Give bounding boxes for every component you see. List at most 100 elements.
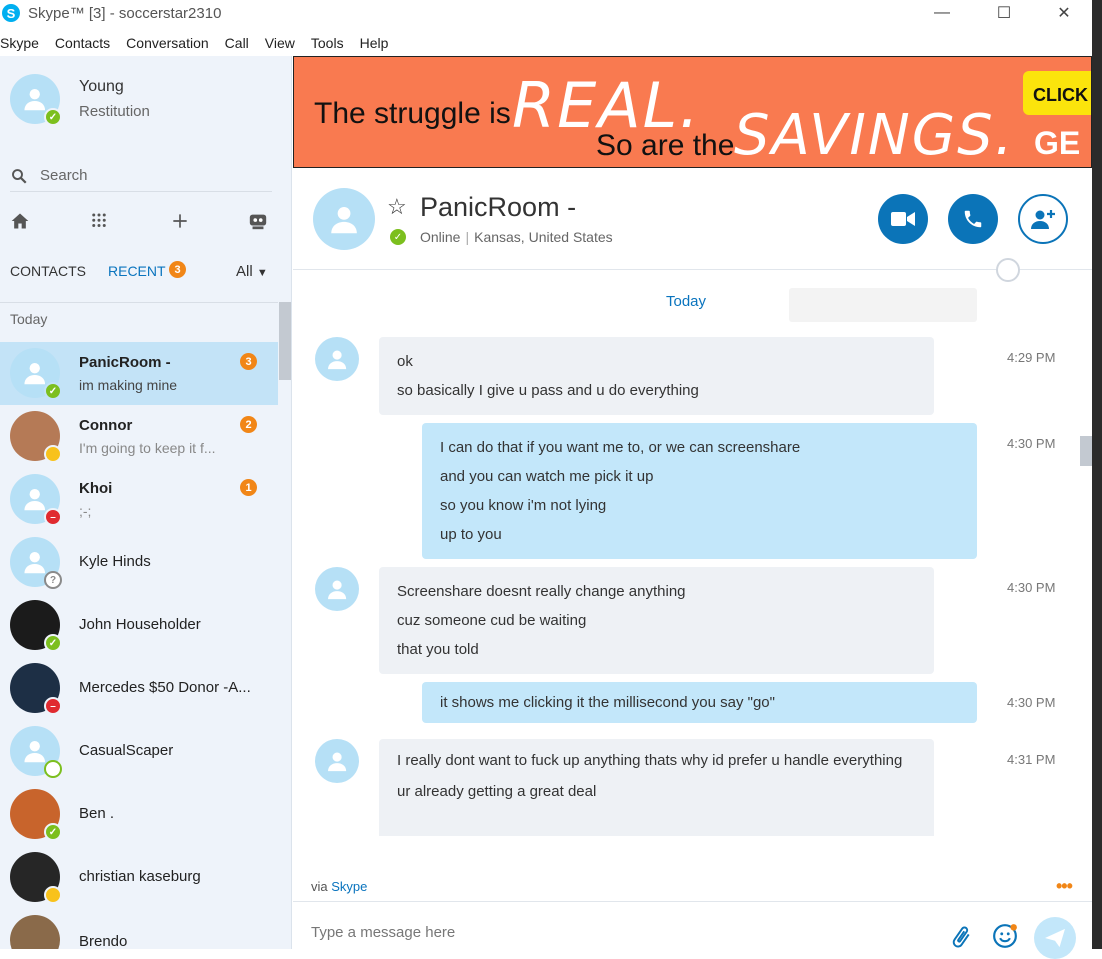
online-status-icon: ✓ — [44, 382, 62, 400]
away-status-icon — [44, 445, 62, 463]
menu-call[interactable]: Call — [225, 30, 249, 56]
home-icon[interactable] — [9, 210, 31, 232]
search-box[interactable]: Search — [10, 160, 272, 192]
search-label: Search — [40, 167, 88, 184]
unread-badge: 1 — [240, 479, 257, 496]
person-icon — [24, 89, 46, 111]
unknown-status-icon: ? — [44, 571, 62, 589]
emoticon-icon[interactable] — [992, 923, 1018, 949]
contact-avatar — [10, 852, 62, 904]
person-icon — [24, 489, 46, 511]
menu-help[interactable]: Help — [360, 30, 389, 56]
send-button[interactable] — [1034, 917, 1076, 959]
bot-icon[interactable] — [247, 210, 269, 232]
message-bubble-incoming[interactable]: I really dont want to fuck up anything t… — [379, 739, 934, 836]
online-status-icon: ✓ — [44, 108, 62, 126]
close-button[interactable]: ✕ — [1034, 0, 1094, 26]
profile-avatar[interactable]: ✓ — [10, 74, 62, 126]
message-text: so basically I give u pass and u do ever… — [397, 382, 699, 399]
contact-avatar — [10, 915, 60, 949]
menu-contacts[interactable]: Contacts — [55, 30, 110, 56]
menu-bar: Skype Contacts Conversation Call View To… — [0, 30, 404, 56]
message-bubble-outgoing[interactable]: I can do that if you want me to, or we c… — [422, 423, 977, 559]
contact-item[interactable]: – Khoi ;-; 1 — [0, 468, 278, 531]
message-scrollbar[interactable] — [1080, 436, 1092, 466]
menu-tools[interactable]: Tools — [311, 30, 344, 56]
contact-avatar: ✓ — [10, 348, 62, 400]
online-status-icon: ✓ — [44, 634, 62, 652]
add-participant-button[interactable] — [1018, 194, 1068, 244]
watermark — [789, 288, 977, 322]
audio-call-button[interactable] — [948, 194, 998, 244]
away-status-icon — [44, 886, 62, 904]
contact-avatar: ✓ — [10, 600, 62, 652]
menu-view[interactable]: View — [265, 30, 295, 56]
section-label-today: Today — [10, 311, 48, 327]
message-list: Today ok so basically I give u pass and … — [293, 271, 1092, 836]
menu-conversation[interactable]: Conversation — [126, 30, 209, 56]
message-bubble-outgoing[interactable]: it shows me clicking it the millisecond … — [422, 682, 977, 723]
profile[interactable]: ✓ — [10, 74, 62, 126]
contact-name: Ben . — [79, 805, 115, 822]
conversation-avatar[interactable] — [313, 188, 375, 250]
contact-mood: ;-; — [79, 503, 92, 519]
contact-avatar: – — [10, 474, 62, 526]
contact-item[interactable]: christian kaseburg — [0, 846, 278, 909]
contact-item[interactable]: ✓ PanicRoom - im making mine 3 — [0, 342, 278, 405]
message-time: 4:31 PM — [1007, 752, 1056, 767]
contact-item[interactable]: ✓ John Householder — [0, 594, 278, 657]
status-text: Online — [420, 229, 461, 245]
message-text: it shows me clicking it the millisecond … — [440, 694, 775, 711]
conversation-panel: The struggle is REAL. So are the SAVINGS… — [293, 56, 1092, 959]
attachment-icon[interactable] — [948, 924, 974, 950]
contact-name: Khoi — [79, 480, 113, 497]
tab-contacts[interactable]: CONTACTS — [10, 263, 86, 279]
add-icon[interactable] — [169, 210, 191, 232]
message-bubble-incoming[interactable]: ok so basically I give u pass and u do e… — [379, 337, 934, 415]
ad-text-savings: SAVINGS. — [734, 103, 1015, 168]
filter-dropdown[interactable]: All ▼ — [236, 263, 268, 280]
more-options-icon[interactable]: ••• — [1056, 876, 1073, 897]
contact-name: John Householder — [79, 616, 201, 633]
message-time: 4:30 PM — [1007, 580, 1056, 595]
message-text: I can do that if you want me to, or we c… — [440, 439, 801, 456]
message-bubble-incoming[interactable]: Screenshare doesnt really change anythin… — [379, 567, 934, 674]
contact-item[interactable]: – Mercedes $50 Donor -A... — [0, 657, 278, 720]
contact-item[interactable]: ? Kyle Hinds — [0, 531, 278, 594]
message-avatar[interactable] — [315, 337, 359, 381]
contact-item[interactable]: ✓ Ben . — [0, 783, 278, 846]
conversation-header: ☆ PanicRoom - ✓ Online | Kansas, United St… — [293, 168, 1092, 282]
title-bar: S Skype™ [3] - soccerstar2310 — ☐ ✕ — [0, 0, 1092, 26]
contact-name: Brendo — [79, 933, 128, 949]
sidebar-scrollbar[interactable] — [279, 302, 291, 380]
video-call-button[interactable] — [878, 194, 928, 244]
contact-item[interactable]: Connor I'm going to keep it f... 2 — [0, 405, 278, 468]
person-icon — [327, 580, 347, 600]
message-text: so you know i'm not lying — [440, 497, 607, 514]
contact-item[interactable]: CasualScaper — [0, 720, 278, 783]
contact-name: Connor — [79, 417, 133, 434]
person-icon — [327, 752, 347, 772]
favorite-star-icon[interactable]: ☆ — [387, 194, 407, 220]
contact-item[interactable]: Brendo — [0, 909, 278, 949]
minimize-button[interactable]: — — [912, 0, 972, 26]
contact-name: Mercedes $50 Donor -A... — [79, 679, 251, 696]
tab-recent[interactable]: RECENT — [108, 263, 166, 279]
profile-name[interactable]: Young — [79, 78, 124, 96]
message-avatar[interactable] — [315, 739, 359, 783]
via-skype-link[interactable]: Skype — [331, 879, 367, 894]
maximize-button[interactable]: ☐ — [974, 0, 1034, 26]
chevron-down-icon: ▼ — [256, 267, 268, 279]
profile-mood[interactable]: Restitution — [79, 103, 150, 120]
ad-banner[interactable]: The struggle is REAL. So are the SAVINGS… — [293, 56, 1092, 168]
ad-cta-button[interactable]: CLICK T — [1023, 71, 1091, 115]
contact-name: Kyle Hinds — [79, 553, 151, 570]
contact-mood: im making mine — [79, 377, 178, 393]
dialpad-icon[interactable] — [88, 210, 110, 232]
sidebar: ✓ Young Restitution Search CONTACTS RECE… — [0, 56, 292, 949]
message-avatar[interactable] — [315, 567, 359, 611]
message-input[interactable] — [311, 924, 931, 941]
message-text: cuz someone cud be waiting — [397, 612, 587, 629]
person-icon — [24, 363, 46, 385]
menu-skype[interactable]: Skype — [0, 30, 39, 56]
